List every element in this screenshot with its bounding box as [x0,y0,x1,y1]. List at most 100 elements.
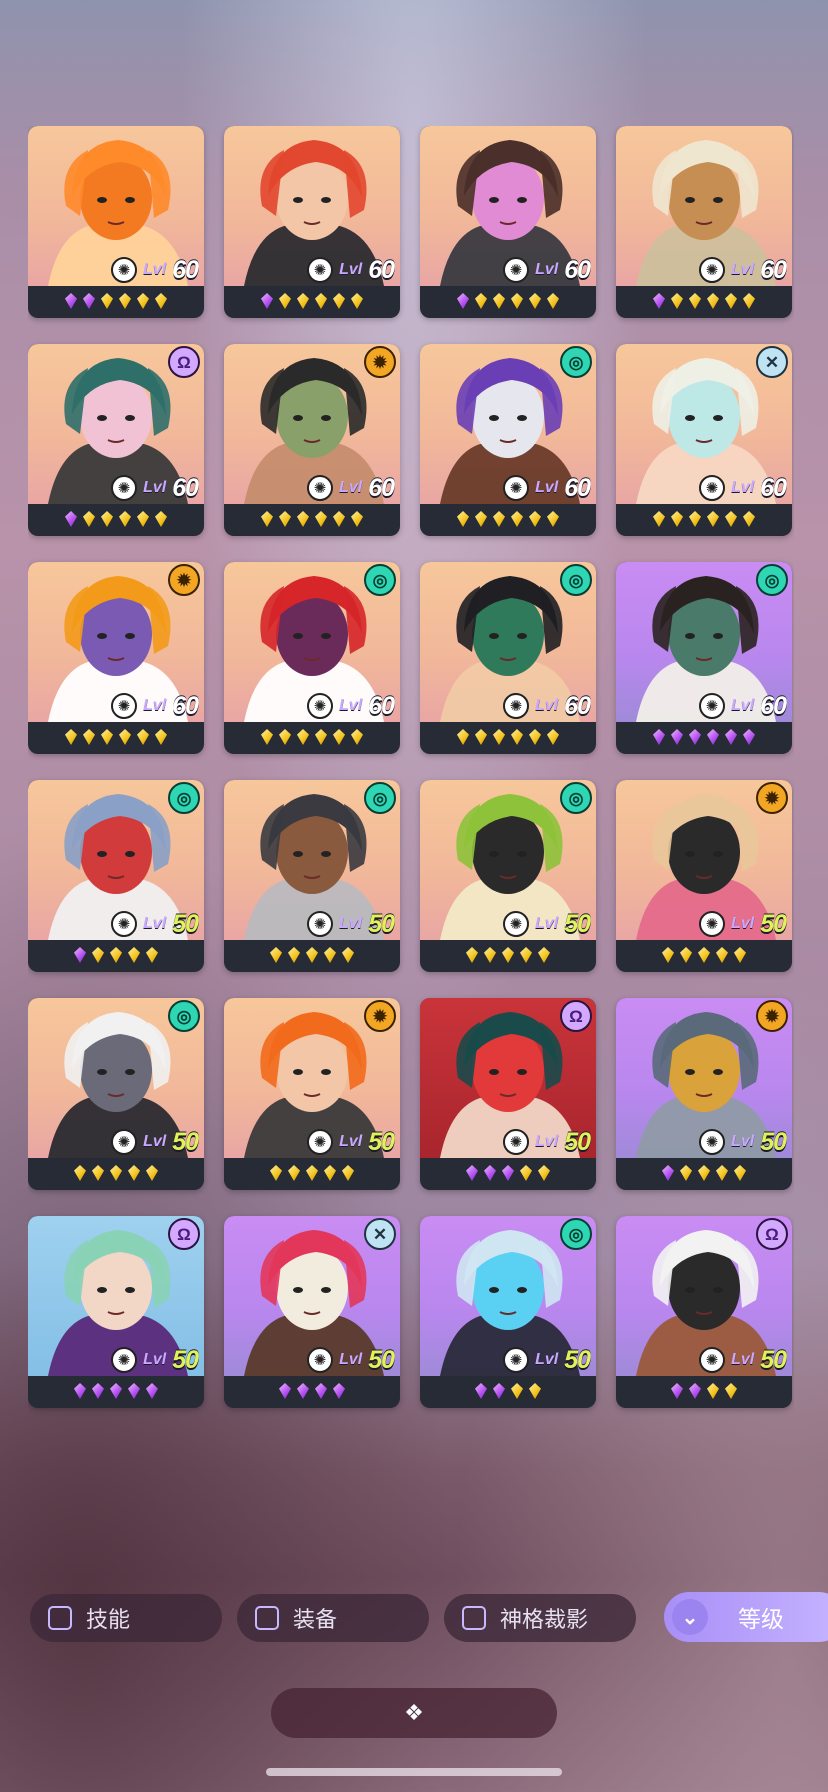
purple-gem-icon [146,1383,158,1399]
level-row: ✺ Lvl 60 [111,692,199,720]
gold-gem-icon [511,511,523,527]
star-gems [28,1160,204,1186]
filter-equipment-toggle[interactable]: 装备 [237,1594,429,1642]
purple-gem-icon [65,293,77,309]
hero-grid: ✺ Lvl 60 ✺ Lvl 60 ✺ Lvl 60 ✺ Lvl 60 Ω ✺ Lvl 60 ✹ ✺ Lvl 60 ◎ ✺… [28,126,794,1546]
hero-card[interactable]: ✺ Lvl 60 [224,126,400,318]
purple-gem-icon [128,1383,140,1399]
purple-gem-icon [484,1165,496,1181]
sort-by-level-button[interactable]: ⌄ 等级 [664,1592,828,1642]
star-gems [616,506,792,532]
gold-gem-icon [475,511,487,527]
star-gems [420,288,596,314]
hero-card[interactable]: Ω ✺ Lvl 60 [28,344,204,536]
star-gems [420,506,596,532]
level-value: 50 [564,909,591,938]
level-label: Lvl [143,479,167,496]
hero-card[interactable]: ✺ Lvl 60 [28,126,204,318]
gold-gem-icon [128,947,140,963]
hero-card[interactable]: Ω ✺ Lvl 50 [420,998,596,1190]
hero-card[interactable]: ✹ ✺ Lvl 60 [28,562,204,754]
hero-card[interactable]: ◎ ✺ Lvl 60 [420,344,596,536]
faction-spiral-icon: ◎ [168,782,200,814]
purple-gem-icon [475,1383,487,1399]
aperture-icon: ✺ [111,1129,138,1155]
star-gems [616,1378,792,1404]
hero-card[interactable]: ◎ ✺ Lvl 60 [420,562,596,754]
filter-divine-toggle[interactable]: 神格裁影 [444,1594,636,1642]
filter-bar: 技能 装备 神格裁影 ⌄ 等级 [0,1592,828,1642]
hero-card[interactable]: ✕ ✺ Lvl 50 [224,1216,400,1408]
faction-sun-icon: ✹ [756,782,788,814]
purple-gem-icon [83,293,95,309]
hero-card[interactable]: ◎ ✺ Lvl 50 [28,780,204,972]
hero-card[interactable]: ✕ ✺ Lvl 60 [616,344,792,536]
aperture-icon: ✺ [503,693,530,719]
aperture-icon: ✺ [699,1129,726,1155]
gold-gem-icon [707,293,719,309]
hero-card[interactable]: ◎ ✺ Lvl 60 [224,562,400,754]
faction-spiral-icon: ◎ [364,782,396,814]
star-gems [224,1378,400,1404]
filter-skill-toggle[interactable]: 技能 [30,1594,222,1642]
hero-card[interactable]: ◎ ✺ Lvl 50 [420,780,596,972]
gold-gem-icon [279,511,291,527]
skill-checkbox[interactable] [48,1606,72,1630]
gold-gem-icon [261,511,273,527]
level-value: 50 [760,1127,787,1156]
star-gems [224,1160,400,1186]
divine-checkbox[interactable] [462,1606,486,1630]
level-value: 50 [368,1345,395,1374]
gold-gem-icon [119,729,131,745]
hero-card[interactable]: ✹ ✺ Lvl 60 [224,344,400,536]
gold-gem-icon [110,1165,122,1181]
star-gems [224,506,400,532]
gold-gem-icon [146,947,158,963]
hero-card[interactable]: ✺ Lvl 60 [616,126,792,318]
gold-gem-icon [725,293,737,309]
level-value: 50 [368,1127,395,1156]
hero-card[interactable]: Ω ✺ Lvl 50 [28,1216,204,1408]
aperture-icon: ✺ [503,911,530,937]
level-label: Lvl [535,1133,559,1150]
hero-card[interactable]: Ω ✺ Lvl 50 [616,1216,792,1408]
gold-gem-icon [65,729,77,745]
equipment-checkbox[interactable] [255,1606,279,1630]
gold-gem-icon [466,947,478,963]
gold-gem-icon [333,511,345,527]
gold-gem-icon [92,1165,104,1181]
hero-card[interactable]: ◎ ✺ Lvl 50 [224,780,400,972]
gold-gem-icon [538,1165,550,1181]
collapse-button[interactable]: ❖ [271,1688,557,1738]
faction-cross-icon: ✕ [364,1218,396,1250]
level-row: ✺ Lvl 50 [503,1128,591,1156]
gold-gem-icon [333,293,345,309]
gold-gem-icon [119,511,131,527]
hero-card[interactable]: ✹ ✺ Lvl 50 [616,998,792,1190]
gold-gem-icon [484,947,496,963]
level-row: ✺ Lvl 50 [503,1346,591,1374]
star-gems [616,288,792,314]
gold-gem-icon [725,1383,737,1399]
gold-gem-icon [511,729,523,745]
purple-gem-icon [297,1383,309,1399]
level-label: Lvl [143,915,167,932]
aperture-icon: ✺ [111,475,138,501]
hero-card[interactable]: ✹ ✺ Lvl 50 [616,780,792,972]
hero-card[interactable]: ◎ ✺ Lvl 50 [420,1216,596,1408]
hero-card[interactable]: ✺ Lvl 60 [420,126,596,318]
gold-gem-icon [279,729,291,745]
level-value: 60 [760,473,787,502]
level-label: Lvl [535,915,559,932]
hero-card[interactable]: ✹ ✺ Lvl 50 [224,998,400,1190]
gold-gem-icon [725,511,737,527]
sort-label: 等级 [738,1606,784,1632]
faction-spiral-icon: ◎ [168,1000,200,1032]
hero-card[interactable]: ◎ ✺ Lvl 60 [616,562,792,754]
gold-gem-icon [306,947,318,963]
level-label: Lvl [339,1351,363,1368]
home-indicator[interactable] [266,1768,562,1776]
star-gems [224,942,400,968]
hero-card[interactable]: ◎ ✺ Lvl 50 [28,998,204,1190]
level-label: Lvl [339,261,363,278]
